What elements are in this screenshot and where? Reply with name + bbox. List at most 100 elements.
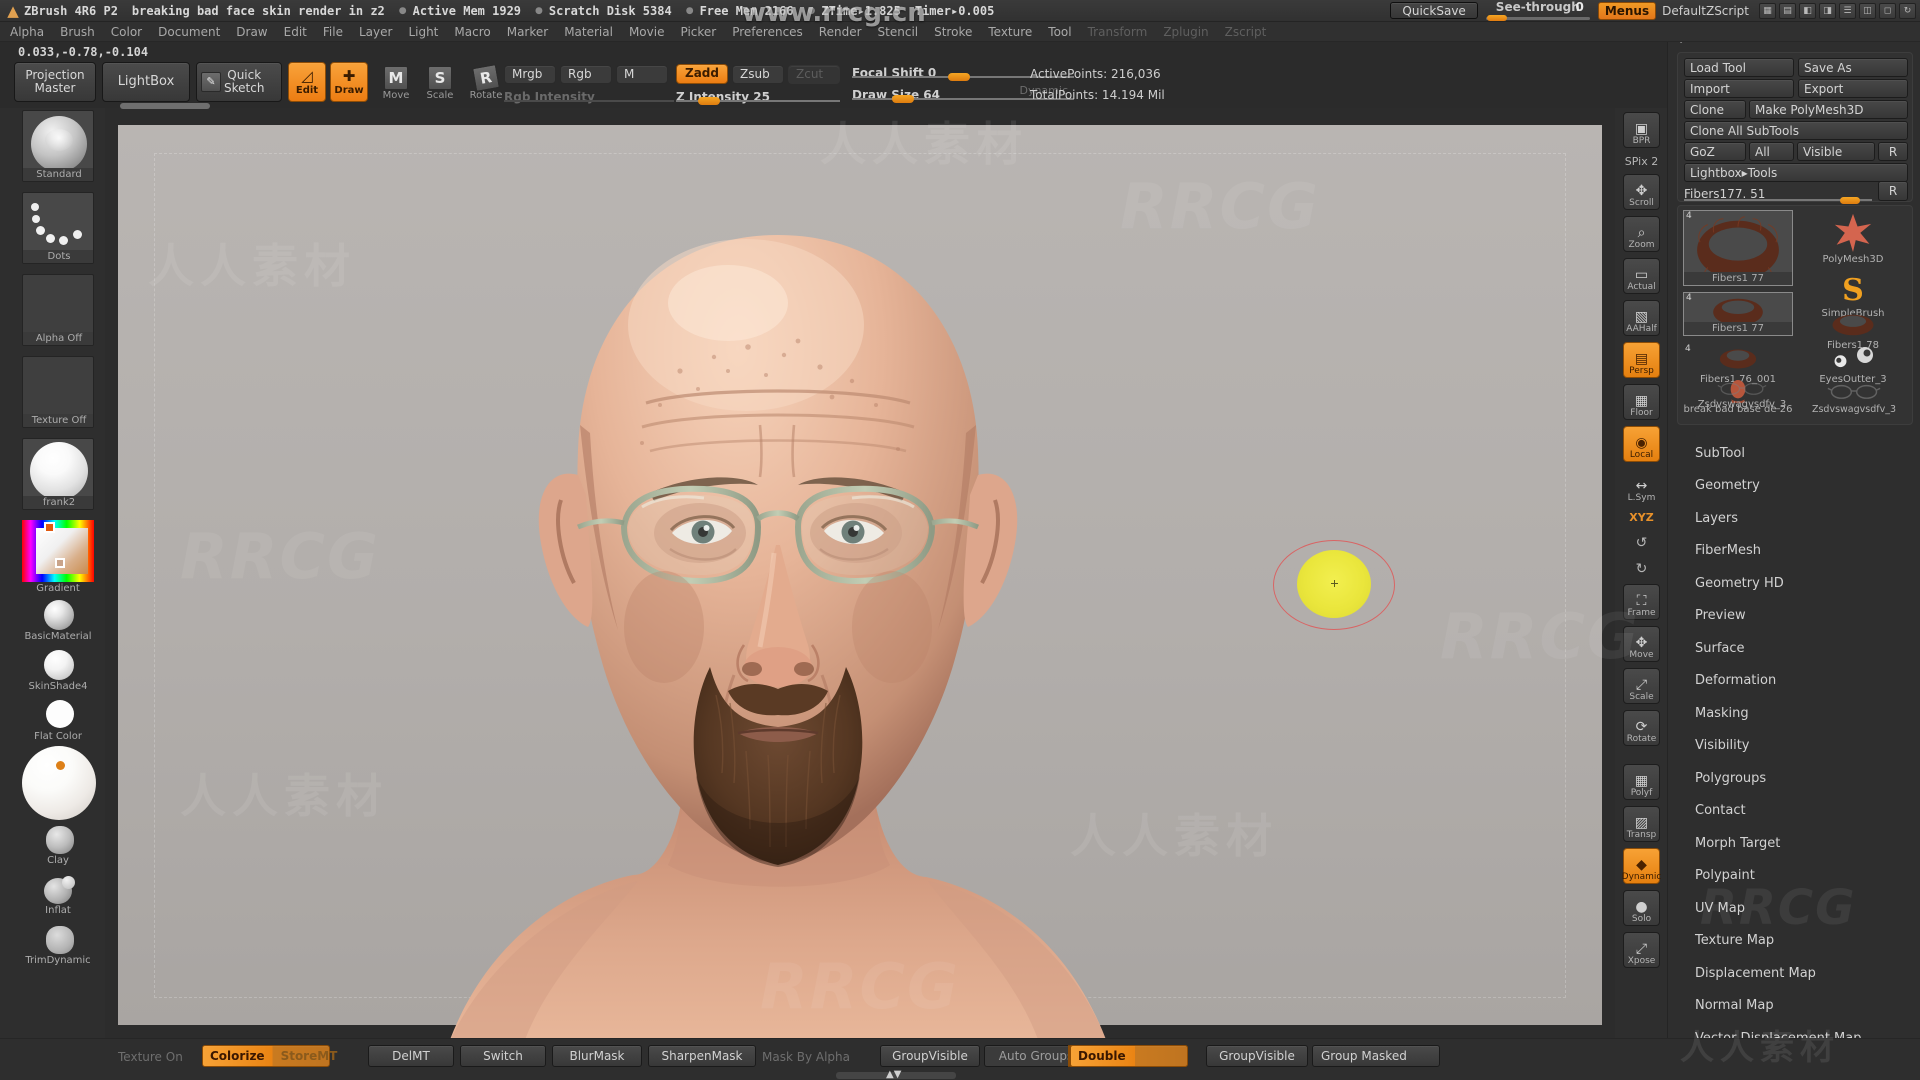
menu-item-brush[interactable]: Brush	[60, 25, 95, 39]
expand-icon[interactable]: ◫	[1859, 2, 1876, 19]
move-button[interactable]: M Move	[378, 66, 414, 101]
groupvisible-button-1[interactable]: GroupVisible	[880, 1045, 980, 1067]
persp-button[interactable]: ▤ Persp	[1623, 342, 1660, 378]
quicksave-button[interactable]: QuickSave	[1390, 2, 1478, 19]
goz-visible-button[interactable]: Visible	[1797, 142, 1875, 161]
lightbox-tools-button[interactable]: Lightbox▸Tools	[1684, 163, 1908, 182]
z-intensity-knob[interactable]	[698, 97, 720, 105]
subpalette-layers[interactable]: Layers	[1668, 502, 1920, 535]
material-basicmaterial[interactable]: BasicMaterial	[22, 600, 94, 642]
delmt-button[interactable]: DelMT	[368, 1045, 454, 1067]
menu-toggle-icon[interactable]: ☰	[1839, 2, 1856, 19]
quicksketch-button[interactable]: ✎ Quick Sketch	[196, 62, 282, 102]
menu-item-zscript[interactable]: Zscript	[1225, 25, 1267, 39]
current-material-thumbnail[interactable]: frank2	[22, 438, 94, 510]
current-alpha-thumbnail[interactable]: Alpha Off	[22, 274, 94, 346]
subpalette-masking[interactable]: Masking	[1668, 697, 1920, 730]
brush-clay[interactable]: Clay	[22, 826, 94, 866]
menu-item-layer[interactable]: Layer	[359, 25, 392, 39]
menu-item-edit[interactable]: Edit	[284, 25, 307, 39]
subpalette-texture-map[interactable]: Texture Map	[1668, 925, 1920, 958]
menu-item-file[interactable]: File	[323, 25, 343, 39]
menu-item-transform[interactable]: Transform	[1088, 25, 1148, 39]
undo-button[interactable]: ↺	[1623, 530, 1660, 556]
goz-button[interactable]: GoZ	[1684, 142, 1746, 161]
subpalette-normal-map[interactable]: Normal Map	[1668, 990, 1920, 1023]
mrgb-button[interactable]: Mrgb	[504, 65, 556, 84]
z-intensity-slider[interactable]: Z Intensity 25	[676, 86, 840, 105]
current-stroke-thumbnail[interactable]: Dots	[22, 192, 94, 264]
tool-thumb-polymesh3d[interactable]: PolyMesh3D	[1798, 210, 1908, 265]
lsym-button[interactable]: ↔ L.Sym	[1623, 468, 1660, 504]
subpalette-contact[interactable]: Contact	[1668, 795, 1920, 828]
subpalette-preview[interactable]: Preview	[1668, 600, 1920, 633]
menu-item-stencil[interactable]: Stencil	[878, 25, 919, 39]
layout-icon[interactable]: ▤	[1779, 2, 1796, 19]
draw-size-knob[interactable]	[892, 95, 914, 103]
blurmask-button[interactable]: BlurMask	[552, 1045, 642, 1067]
tool-thumb-fibers1-77[interactable]: 4 Fibers1 77	[1683, 292, 1793, 336]
aahalf-button[interactable]: ▧ AAHalf	[1623, 300, 1660, 336]
xyz-button[interactable]: XYZ	[1623, 504, 1660, 530]
subpalette-subtool[interactable]: SubTool	[1668, 437, 1920, 470]
edit-button[interactable]: ◿ Edit	[288, 62, 326, 102]
menu-item-render[interactable]: Render	[819, 25, 862, 39]
brush-trimdynamic[interactable]: TrimDynamic	[22, 926, 94, 966]
canvas-area[interactable]	[105, 108, 1615, 1045]
menu-item-zplugin[interactable]: Zplugin	[1163, 25, 1208, 39]
subpalette-geometry[interactable]: Geometry	[1668, 470, 1920, 503]
goz-r-button[interactable]: R	[1878, 142, 1908, 161]
menu-item-tool[interactable]: Tool	[1048, 25, 1071, 39]
menu-item-document[interactable]: Document	[158, 25, 220, 39]
rgb-intensity-slider[interactable]: Rgb Intensity	[504, 86, 674, 104]
redo-button[interactable]: ↻	[1623, 556, 1660, 582]
see-through-slider[interactable]: See-through 0	[1485, 0, 1590, 21]
menu-item-picker[interactable]: Picker	[680, 25, 716, 39]
texture-on-label[interactable]: Texture On	[118, 1050, 183, 1064]
material-skinshade4[interactable]: SkinShade4	[22, 650, 94, 692]
menu-item-macro[interactable]: Macro	[454, 25, 490, 39]
local-button[interactable]: ◉ Local	[1623, 426, 1660, 462]
sharpenmask-button[interactable]: SharpenMask	[648, 1045, 756, 1067]
m-button[interactable]: M	[616, 65, 668, 84]
spix-label[interactable]: SPix 2	[1623, 148, 1660, 174]
subpalette-fibermesh[interactable]: FiberMesh	[1668, 535, 1920, 568]
menu-item-light[interactable]: Light	[408, 25, 438, 39]
menu-item-alpha[interactable]: Alpha	[10, 25, 44, 39]
current-tool-knob[interactable]	[1840, 197, 1860, 204]
brush-inflat[interactable]: Inflat	[22, 876, 94, 916]
menu-item-color[interactable]: Color	[111, 25, 142, 39]
undo-history-icon[interactable]: ↻	[1899, 2, 1916, 19]
tool-r-button[interactable]: R	[1878, 181, 1908, 201]
bottom-scrollbar[interactable]: ▲▼	[836, 1069, 956, 1080]
head-model-3d[interactable]	[428, 175, 1128, 1045]
lightbox-button[interactable]: LightBox	[102, 62, 190, 102]
focal-shift-knob[interactable]	[948, 73, 970, 81]
actual-button[interactable]: ▭ Actual	[1623, 258, 1660, 294]
zadd-button[interactable]: Zadd	[676, 64, 728, 84]
subpalette-polypaint[interactable]: Polypaint	[1668, 860, 1920, 893]
dynamic-persp-button[interactable]: ◆ Dynamic	[1622, 848, 1661, 884]
double-button[interactable]: Double	[1070, 1045, 1188, 1067]
switch-button[interactable]: Switch	[460, 1045, 546, 1067]
mask-by-alpha-label[interactable]: Mask By Alpha	[762, 1050, 850, 1064]
rgb-button[interactable]: Rgb	[560, 65, 612, 84]
projection-master-button[interactable]: Projection Master	[14, 62, 96, 102]
menu-item-movie[interactable]: Movie	[629, 25, 665, 39]
subpalette-visibility[interactable]: Visibility	[1668, 730, 1920, 763]
clone-all-subtools-button[interactable]: Clone All SubTools	[1684, 121, 1908, 140]
material-large-preview[interactable]	[12, 746, 102, 820]
subpalette-displacement-map[interactable]: Displacement Map	[1668, 957, 1920, 990]
tool-thumb-zsdvswagvsdfv-3-b[interactable]: Zsdvswagvsdfv_3	[1682, 377, 1802, 410]
scroll-button[interactable]: ✥ Scroll	[1623, 174, 1660, 210]
color-picker[interactable]: Gradient	[22, 520, 94, 594]
menu-item-material[interactable]: Material	[564, 25, 613, 39]
grid-icon[interactable]: ▦	[1759, 2, 1776, 19]
subpalette-surface[interactable]: Surface	[1668, 632, 1920, 665]
subpalette-polygroups[interactable]: Polygroups	[1668, 762, 1920, 795]
menus-button[interactable]: Menus	[1597, 1, 1657, 20]
scale-gizmo-button[interactable]: ⤢ Scale	[1623, 668, 1660, 704]
zoom-button[interactable]: ⌕ Zoom	[1623, 216, 1660, 252]
restore-icon[interactable]: ◻	[1879, 2, 1896, 19]
rotate-gizmo-button[interactable]: ⟳ Rotate	[1623, 710, 1660, 746]
